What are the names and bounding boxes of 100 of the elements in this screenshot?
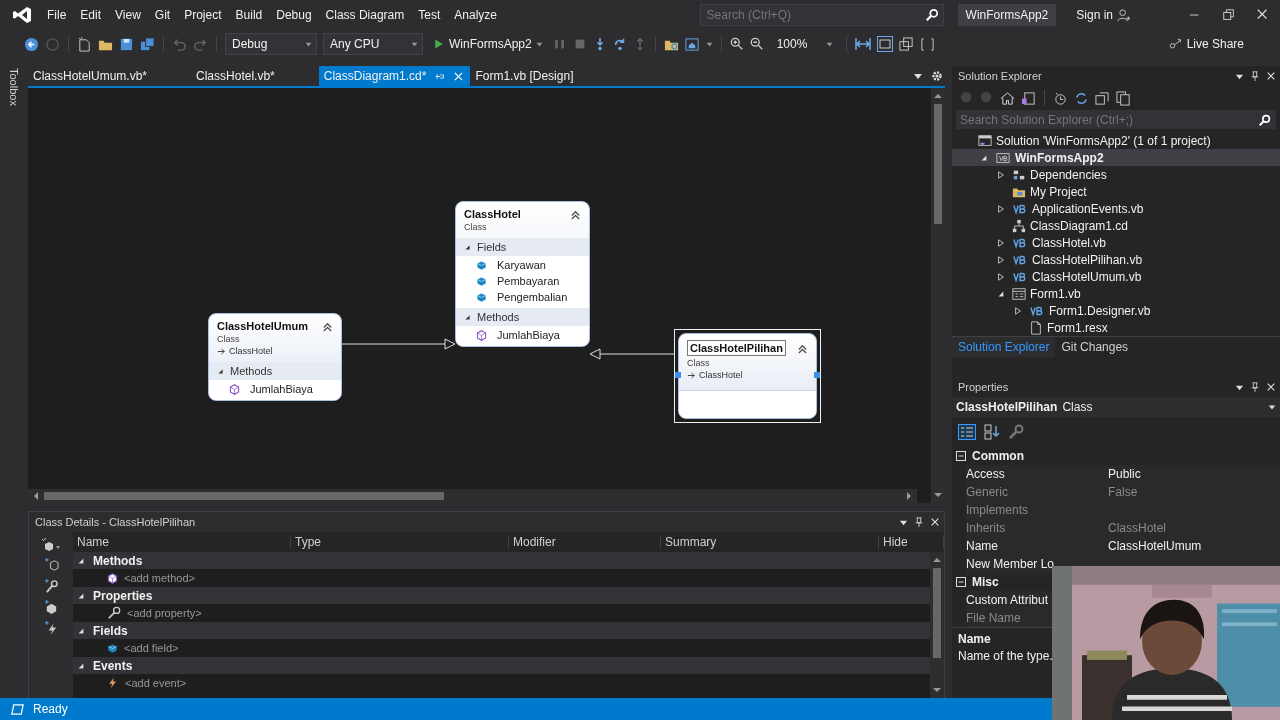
scroll-up-icon[interactable] [933,92,943,100]
scrollbar-thumb[interactable] [934,104,942,224]
scroll-left-icon[interactable] [32,491,40,501]
property-category[interactable]: Common [952,447,1024,465]
fit-width-icon[interactable] [854,36,871,52]
column-header[interactable]: Summary [661,535,879,549]
scroll-up-icon[interactable] [932,556,942,564]
restore-icon[interactable] [1222,8,1236,22]
pin-icon[interactable] [1250,381,1260,393]
collapsed-arrow-icon[interactable] [997,237,1005,248]
new-member-icon[interactable] [40,538,62,552]
tree-item[interactable]: ApplicationEvents.vb [952,200,1280,217]
panel-tab[interactable]: Git Changes [1055,337,1135,357]
categorized-icon[interactable] [958,424,976,440]
menu-item[interactable]: Git [147,5,178,25]
wrench-icon[interactable] [1008,424,1024,440]
collapsed-arrow-icon[interactable] [997,203,1005,214]
collapsed-arrow-icon[interactable] [997,254,1005,265]
search-field[interactable]: Search Solution Explorer (Ctrl+;) [956,110,1276,129]
add-field-icon[interactable] [43,600,59,615]
menu-item[interactable]: Analyze [447,5,504,25]
pin-icon[interactable] [914,516,924,528]
menu-item[interactable]: Build [228,5,270,25]
tree-item[interactable]: Form1.Designer.vb [952,302,1280,319]
close-icon[interactable] [1266,71,1276,81]
dropdown-icon[interactable] [913,71,923,81]
expanded-arrow-icon[interactable] [77,556,85,565]
close-icon[interactable] [930,517,940,527]
menu-item[interactable]: Edit [73,5,109,25]
tree-item[interactable]: WinFormsApp2 [952,149,1280,166]
object-selector[interactable]: ClassHotelPilihan Class [952,397,1280,417]
add-member-row[interactable]: <add field> [124,642,179,654]
document-tab[interactable]: Form1.vb [Design] [470,66,618,86]
live-share-button[interactable]: Live Share [1162,36,1250,52]
expanded-arrow-icon[interactable] [997,289,1005,298]
scroll-down-icon[interactable] [933,491,943,499]
stack-icon[interactable] [898,36,914,52]
pause-icon[interactable] [552,37,567,51]
new-item-icon[interactable] [77,36,92,52]
menu-item[interactable]: View [108,5,148,25]
tree-item[interactable]: ClassDiagram1.cd [952,217,1280,234]
class-shape[interactable]: ClassHotelUmum Class ClassHotel Methods JumlahBiaya [208,313,342,401]
zoom-dropdown[interactable]: 100% [769,33,838,55]
switch-views-icon[interactable] [1021,90,1036,106]
pin-icon[interactable] [1250,70,1260,82]
column-header[interactable]: Name [73,535,291,549]
copy-icon[interactable] [1116,90,1131,106]
tree-item[interactable]: Solution 'WinFormsApp2' (1 of 1 project) [952,132,1280,149]
member-group-row[interactable]: Properties [73,587,930,604]
tree-item[interactable]: ClassHotelPilihan.vb [952,251,1280,268]
close-icon[interactable] [1266,382,1276,392]
menu-item[interactable]: Test [411,5,448,25]
tree-item[interactable]: My Project [952,183,1280,200]
add-member-row[interactable]: <add method> [124,572,195,584]
scroll-down-icon[interactable] [932,686,942,694]
compartment-header[interactable]: Fields [456,238,589,256]
tree-item[interactable]: ClassHotel.vb [952,234,1280,251]
column-header[interactable]: Type [291,535,509,549]
history-icon[interactable] [1053,90,1068,106]
expanded-arrow-icon[interactable] [77,591,85,600]
bracket-icon[interactable] [919,36,935,52]
tree-item[interactable]: Form1.vb [952,285,1280,302]
zoom-out-icon[interactable] [749,37,764,51]
sync-icon[interactable] [1074,90,1089,106]
vertical-scrollbar[interactable] [930,552,944,698]
resize-handle[interactable] [675,372,681,378]
collapse-box-icon[interactable] [956,577,966,587]
scrollbar-thumb[interactable] [44,492,444,500]
collapse-icon[interactable] [322,320,333,332]
expanded-arrow-icon[interactable] [980,153,988,162]
step-over-icon[interactable] [612,37,627,51]
collapse-all-icon[interactable] [1095,90,1110,106]
member-group-row[interactable]: Fields [73,622,930,639]
collapsed-arrow-icon[interactable] [1014,305,1022,316]
menu-item[interactable]: Debug [269,5,319,25]
class-shape[interactable]: ClassHotelPilihan Class ClassHotel [674,329,821,423]
document-tab[interactable]: ClassHotel.vb* [191,66,319,86]
start-button[interactable]: WinFormsApp2 [429,37,547,51]
add-member-row[interactable]: <add event> [125,677,187,689]
add-property-icon[interactable] [43,579,59,594]
panel-tab[interactable]: Solution Explorer [952,337,1056,357]
member-group-row[interactable]: Events [73,657,930,674]
save-icon[interactable] [119,36,134,52]
expanded-arrow-icon[interactable] [217,367,224,375]
collapse-icon[interactable] [797,342,808,354]
inheritance-arrow[interactable] [589,348,675,360]
property-value[interactable]: ClassHotelUmum [1108,539,1280,553]
collapse-icon[interactable] [570,208,581,220]
add-member-row[interactable]: <add property> [127,607,202,619]
sign-in-button[interactable]: Sign in [1070,6,1138,24]
expanded-arrow-icon[interactable] [77,661,85,670]
visual-studio-logo-icon[interactable] [12,6,32,24]
column-header[interactable]: Hide [879,535,944,549]
resize-handle[interactable] [814,372,820,378]
collapsed-arrow-icon[interactable] [997,169,1005,180]
inheritance-arrow[interactable] [341,338,456,350]
member-group-row[interactable]: Methods [73,552,930,569]
menu-item[interactable]: File [40,5,74,25]
expanded-arrow-icon[interactable] [464,313,471,321]
property-value[interactable]: Public [1108,467,1280,481]
